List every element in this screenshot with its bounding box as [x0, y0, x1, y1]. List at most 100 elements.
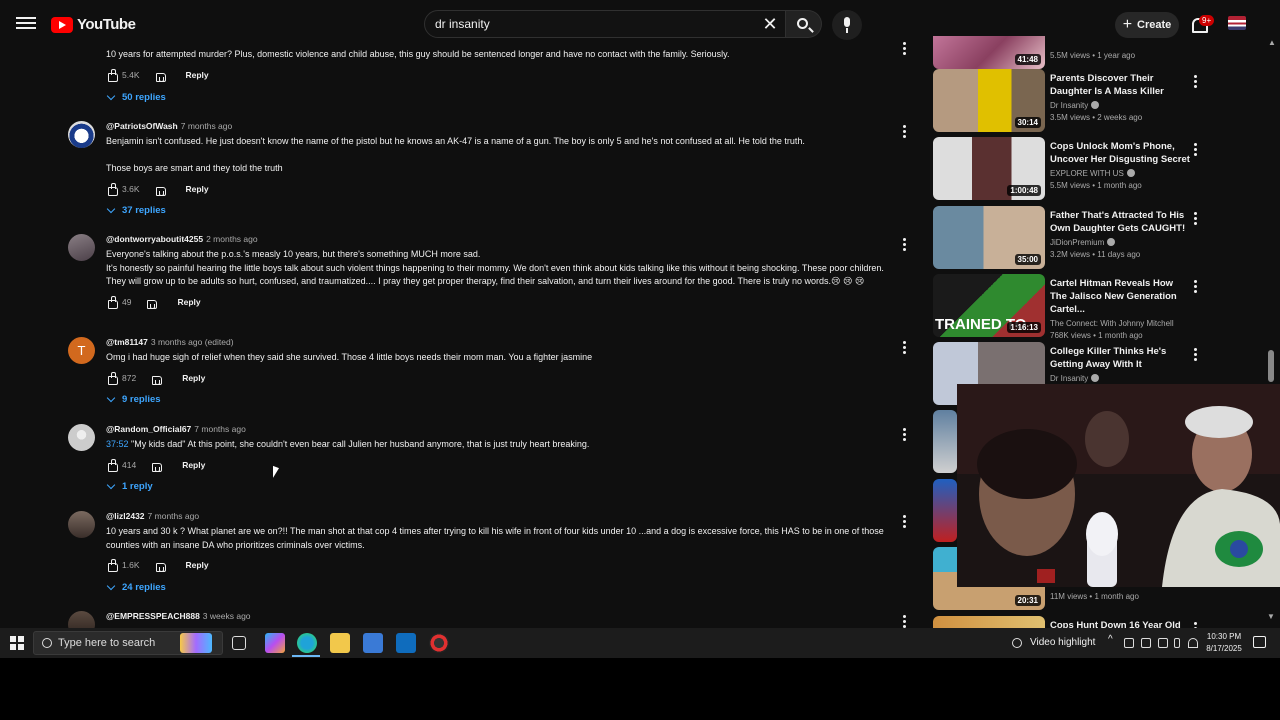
- more-vert-icon[interactable]: [1194, 212, 1198, 226]
- scroll-up-arrow[interactable]: ▲: [1268, 38, 1276, 47]
- replies-toggle[interactable]: 50 replies: [106, 91, 166, 103]
- video-title[interactable]: Cops Hunt Down 16 Year Old: [1050, 619, 1190, 628]
- thumb-down-icon[interactable]: [154, 69, 166, 82]
- thumb-down-icon[interactable]: [154, 559, 166, 572]
- system-clock[interactable]: 10:30 PM 8/17/2025: [1197, 631, 1251, 655]
- edge-browser-icon[interactable]: [297, 633, 317, 653]
- more-vert-icon[interactable]: [1194, 75, 1198, 89]
- more-vert-icon[interactable]: [1194, 143, 1198, 157]
- notification-center-icon[interactable]: [1253, 636, 1266, 648]
- avatar[interactable]: [68, 36, 95, 61]
- comment-author[interactable]: @tm81147: [106, 337, 148, 347]
- more-vert-icon[interactable]: [903, 428, 907, 442]
- video-thumbnail[interactable]: [933, 410, 957, 473]
- reply-button[interactable]: Reply: [182, 373, 205, 383]
- reply-button[interactable]: Reply: [182, 460, 205, 470]
- comment-time[interactable]: 7 months ago: [181, 121, 233, 131]
- comment-author[interactable]: @EMPRESSPEACH888: [106, 611, 200, 621]
- video-thumbnail[interactable]: 30:14: [933, 69, 1045, 132]
- related-video[interactable]: TRAINED TO 1:16:13 Cartel Hitman Reveals…: [933, 274, 1273, 340]
- task-view-icon[interactable]: [232, 636, 246, 650]
- reply-button[interactable]: Reply: [186, 70, 209, 80]
- video-thumbnail[interactable]: 1:00:48: [933, 137, 1045, 200]
- comment-author[interactable]: @lizl2432: [106, 511, 145, 521]
- video-title[interactable]: Father That's Attracted To His Own Daugh…: [1050, 209, 1190, 235]
- related-video[interactable]: Cops Hunt Down 16 Year Old: [933, 616, 1273, 628]
- related-video[interactable]: 41:48 5.5M views • 1 year ago: [933, 36, 1273, 70]
- volume-icon[interactable]: [1124, 638, 1134, 648]
- thumb-up-icon[interactable]: [106, 68, 118, 82]
- related-video[interactable]: 30:14 Parents Discover Their Daughter Is…: [933, 69, 1273, 133]
- thumb-down-icon[interactable]: [150, 372, 163, 385]
- more-vert-icon[interactable]: [903, 615, 907, 628]
- video-title[interactable]: Parents Discover Their Daughter Is A Mas…: [1050, 72, 1190, 98]
- file-explorer-icon[interactable]: [330, 633, 350, 653]
- channel-name[interactable]: Dr Insanity: [1050, 374, 1088, 383]
- scroll-down-arrow[interactable]: ▼: [1267, 612, 1275, 621]
- channel-name[interactable]: JiDionPremium: [1050, 238, 1104, 247]
- video-title[interactable]: Cartel Hitman Reveals How The Jalisco Ne…: [1050, 277, 1190, 316]
- comment-time[interactable]: 3 weeks ago: [203, 611, 251, 621]
- video-thumbnail[interactable]: [933, 479, 957, 542]
- channel-name[interactable]: EXPLORE WITH US: [1050, 169, 1124, 178]
- timestamp-link[interactable]: 37:52: [106, 439, 129, 449]
- onedrive-icon[interactable]: [1158, 638, 1168, 648]
- related-video[interactable]: 1:00:48 Cops Unlock Mom's Phone, Uncover…: [933, 137, 1273, 201]
- more-vert-icon[interactable]: [903, 515, 907, 529]
- clear-icon[interactable]: ✕: [760, 14, 780, 34]
- video-title[interactable]: College Killer Thinks He's Getting Away …: [1050, 345, 1190, 371]
- thumb-down-icon[interactable]: [150, 459, 163, 472]
- video-thumbnail[interactable]: 35:00: [933, 206, 1045, 269]
- recording-app-icon[interactable]: [429, 633, 449, 653]
- related-video[interactable]: 35:00 Father That's Attracted To His Own…: [933, 206, 1273, 270]
- menu-icon[interactable]: [16, 14, 36, 34]
- reply-button[interactable]: Reply: [186, 560, 209, 570]
- channel-name[interactable]: Dr Insanity: [1050, 101, 1088, 110]
- replies-toggle[interactable]: 9 replies: [106, 393, 161, 405]
- copilot-icon[interactable]: [265, 633, 285, 653]
- comment-time[interactable]: 7 months ago: [148, 511, 200, 521]
- mic-tray-icon[interactable]: [1174, 638, 1180, 648]
- replies-toggle[interactable]: 24 replies: [106, 581, 166, 593]
- thumb-down-icon[interactable]: [145, 296, 158, 309]
- avatar[interactable]: [68, 511, 95, 538]
- comment-time[interactable]: 7 months ago: [194, 424, 246, 434]
- outlook-icon[interactable]: [396, 633, 416, 653]
- more-vert-icon[interactable]: [903, 238, 907, 252]
- search-input[interactable]: [435, 17, 755, 31]
- replies-toggle[interactable]: 1 reply: [106, 480, 153, 492]
- avatar[interactable]: [68, 234, 95, 261]
- avatar[interactable]: [68, 424, 95, 451]
- video-highlight-label[interactable]: Video highlight: [1030, 637, 1095, 648]
- thumb-up-icon[interactable]: [106, 295, 118, 309]
- video-thumbnail[interactable]: TRAINED TO 1:16:13: [933, 274, 1045, 337]
- comment-author[interactable]: @dontworryaboutit4255: [106, 234, 203, 244]
- more-vert-icon[interactable]: [903, 125, 907, 139]
- search-button[interactable]: [786, 10, 822, 38]
- thumb-up-icon[interactable]: [106, 559, 118, 572]
- comment-time[interactable]: 3 months ago (edited): [151, 337, 234, 347]
- more-vert-icon[interactable]: [903, 42, 907, 56]
- chevron-up-icon[interactable]: ^: [1108, 634, 1113, 645]
- scrollbar-thumb[interactable]: [1268, 350, 1274, 382]
- more-vert-icon[interactable]: [903, 341, 907, 355]
- create-button[interactable]: + Create: [1115, 12, 1179, 38]
- reply-button[interactable]: Reply: [177, 297, 200, 307]
- reply-button[interactable]: Reply: [186, 184, 209, 194]
- search-highlight-icon[interactable]: [180, 633, 212, 653]
- video-thumbnail[interactable]: 41:48: [933, 36, 1045, 69]
- thumb-up-icon[interactable]: [106, 182, 118, 196]
- thumb-up-icon[interactable]: [106, 458, 118, 472]
- more-vert-icon[interactable]: [1194, 348, 1198, 362]
- windows-start-icon[interactable]: [10, 636, 24, 650]
- video-title[interactable]: Cops Unlock Mom's Phone, Uncover Her Dis…: [1050, 140, 1190, 166]
- bluetooth-icon[interactable]: [1141, 638, 1151, 648]
- comment-time[interactable]: 2 months ago: [206, 234, 258, 244]
- store-icon[interactable]: [363, 633, 383, 653]
- comment-author[interactable]: @Random_Official67: [106, 424, 191, 434]
- more-vert-icon[interactable]: [1194, 280, 1198, 294]
- replies-toggle[interactable]: 37 replies: [106, 204, 166, 216]
- thumb-down-icon[interactable]: [154, 183, 166, 196]
- comment-author[interactable]: @PatriotsOfWash: [106, 121, 178, 131]
- video-highlight-icon[interactable]: [1012, 638, 1022, 648]
